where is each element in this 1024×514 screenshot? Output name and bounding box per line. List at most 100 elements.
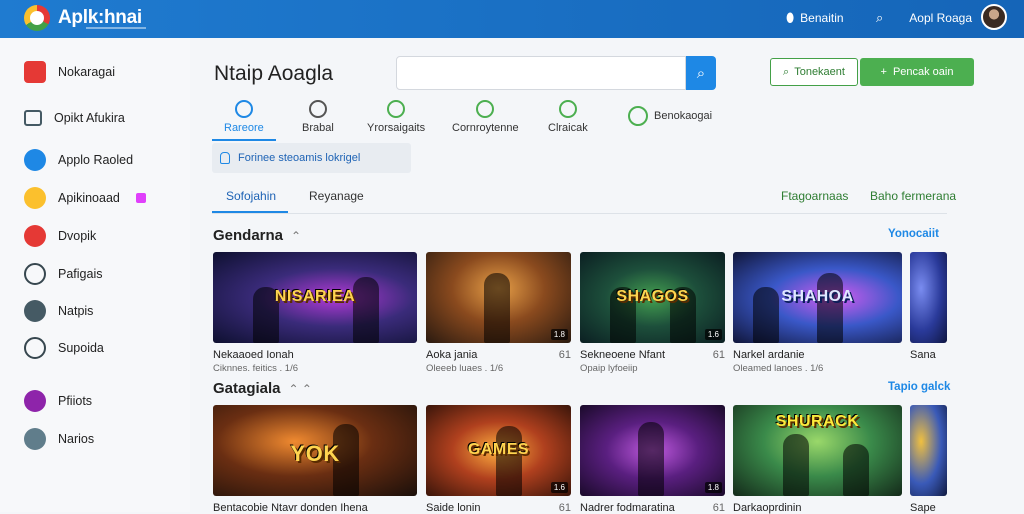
size-badge: 1.6 — [550, 482, 568, 493]
character-figure — [783, 434, 809, 496]
game-card[interactable]: YOK Bentacobie Ntavr donden Ihena — [213, 405, 417, 514]
game-meta: Opaip lyfoeiip — [580, 363, 638, 374]
game-rank: 61 — [712, 502, 725, 514]
game-card[interactable]: 1.8 Nadrer fodmaratina 61 — [580, 405, 725, 514]
game-name: Darkaoprdinin — [733, 502, 802, 514]
sidebar-item-6[interactable]: Natpis — [24, 299, 93, 323]
sidebar-item-8[interactable]: Pfiiots — [24, 389, 92, 413]
game-card[interactable]: SHAHOA Narkel ardanie Oleamed lanoes . 1… — [733, 252, 902, 374]
window-icon — [24, 110, 42, 126]
game-meta: Ciknnes. feitics . 1/6 — [213, 363, 299, 374]
sidebar-item-1[interactable]: Opikt Afukira — [24, 106, 125, 130]
category-0[interactable]: Rareore — [224, 100, 264, 134]
location-button[interactable]: ⬮ Benaitin — [786, 10, 844, 26]
game-thumbnail: 1.8 — [580, 405, 725, 496]
game-name: Sana — [910, 349, 936, 361]
game-card[interactable]: GAMES 1.6 Saide lonin 61 — [426, 405, 571, 514]
sidebar-item-7[interactable]: Supoida — [24, 336, 104, 360]
tab-secondary[interactable]: Reyanage — [309, 189, 364, 203]
game-thumbnail — [910, 252, 947, 343]
game-thumbnail: YOK — [213, 405, 417, 496]
section-title: Gatagiala ⌃ ⌃ — [213, 380, 312, 397]
category-label: Yrorsaigaits — [367, 122, 426, 134]
section-see-all-link[interactable]: Yonocaiit — [888, 228, 939, 240]
game-card[interactable]: 1.8 Aoka jania 61 Oleeeb luaes . 1/6 — [426, 252, 571, 374]
category-1[interactable]: Brabal — [302, 100, 334, 134]
game-art-title: NISARIEA — [274, 288, 356, 305]
game-rank: 61 — [712, 349, 725, 361]
game-name: Sape — [910, 502, 936, 514]
tab-link-1[interactable]: Ftagoarnaas — [781, 189, 848, 203]
new-badge — [135, 193, 146, 203]
game-thumbnail — [910, 405, 947, 496]
mushroom-icon — [24, 390, 46, 412]
category-5[interactable]: Benokaogai — [628, 106, 712, 126]
category-label: Brabal — [302, 122, 334, 134]
game-name: Nadrer fodmaratina — [580, 502, 675, 514]
category-label: Benokaogai — [654, 110, 713, 122]
character-figure — [496, 426, 522, 496]
game-thumbnail: SHAGOS 1.6 — [580, 252, 725, 343]
add-button[interactable]: + Pencak oain — [860, 58, 974, 86]
location-pin-icon: ⬮ — [786, 10, 795, 25]
character-figure — [638, 422, 664, 496]
sparkle-icon — [24, 225, 46, 247]
category-label: Clraicak — [548, 122, 588, 134]
sidebar-item-9[interactable]: Narios — [24, 427, 94, 451]
section-see-all-link[interactable]: Tapio galck — [888, 381, 950, 393]
game-art-title: GAMES — [467, 441, 530, 458]
brand-name[interactable]: Aplk:hnai — [58, 7, 142, 29]
user-label: Aopl Roaga — [909, 11, 972, 25]
section-title: Gendarna ⌃ — [213, 227, 301, 244]
avatar[interactable] — [981, 4, 1007, 30]
notice-bar[interactable]: Forinee steoamis lokrigel — [212, 143, 411, 173]
search-input[interactable] — [396, 56, 686, 90]
game-meta: Oleeeb luaes . 1/6 — [426, 363, 504, 374]
category-2[interactable]: Yrorsaigaits — [367, 100, 425, 134]
sidebar-item-5[interactable]: Pafigais — [24, 262, 102, 286]
search-icon: ⌕ — [696, 64, 706, 82]
game-thumbnail: GAMES 1.6 — [426, 405, 571, 496]
category-3[interactable]: Cornroytenne — [452, 100, 519, 134]
page-title: Ntaip Aoagla — [214, 62, 334, 85]
game-rank: 61 — [558, 502, 571, 514]
game-name: Saide lonin — [426, 502, 481, 514]
game-card[interactable]: NISARIEA Nekaaoed Ionah Ciknnes. feitics… — [213, 252, 417, 374]
sidebar-item-4[interactable]: Dvopik — [24, 224, 96, 248]
sidebar: Nokaragai Opikt Afukira Applo Raoled Api… — [0, 38, 190, 512]
controller-icon — [558, 100, 577, 118]
tab-primary[interactable]: Sofojahin — [226, 189, 276, 203]
game-card[interactable]: SHURACK Darkaoprdinin — [733, 405, 902, 514]
game-card[interactable]: SHAGOS 1.6 Sekneoene Nfant 61 Opaip lyfoe… — [580, 252, 725, 374]
outline-search-button[interactable]: ⌕ Tonekaent — [770, 58, 858, 86]
size-badge: 1.6 — [704, 329, 722, 340]
game-name: Aoka jania — [426, 349, 478, 361]
game-card[interactable]: Sana — [910, 252, 947, 361]
size-badge: 1.8 — [550, 329, 568, 340]
game-meta: Oleamed lanoes . 1/6 — [733, 363, 824, 374]
game-art-title: YOK — [290, 441, 340, 466]
game-thumbnail: SHURACK — [733, 405, 902, 496]
game-card[interactable]: Sape — [910, 405, 947, 514]
category-4[interactable]: Clraicak — [548, 100, 588, 134]
game-thumbnail: 1.8 — [426, 252, 571, 343]
sidebar-item-2[interactable]: Applo Raoled — [24, 148, 133, 172]
sidebar-item-3[interactable]: Apikinoaad — [24, 186, 146, 210]
sidebar-item-label: Natpis — [58, 304, 94, 318]
chevron-up-icon: ⌃ — [291, 228, 302, 243]
character-figure — [484, 273, 510, 343]
gamepad-icon — [24, 149, 46, 171]
user-search-button[interactable]: ⌕ Aopl Roaga — [876, 10, 972, 26]
game-name: Narkel ardanie — [733, 349, 805, 361]
app-logo-icon[interactable] — [24, 5, 50, 31]
section-title-text: Gendarna — [213, 227, 284, 244]
search-icon: ⌕ — [876, 10, 884, 25]
settings-icon — [24, 337, 46, 359]
game-art-title: SHURACK — [775, 413, 860, 430]
search-icon: ⌕ — [783, 65, 790, 78]
search-button[interactable]: ⌕ — [686, 56, 716, 90]
location-label: Benaitin — [800, 11, 844, 25]
tab-link-2[interactable]: Baho fermerana — [870, 189, 956, 203]
chat-icon — [387, 100, 406, 118]
sidebar-item-0[interactable]: Nokaragai — [24, 60, 115, 84]
